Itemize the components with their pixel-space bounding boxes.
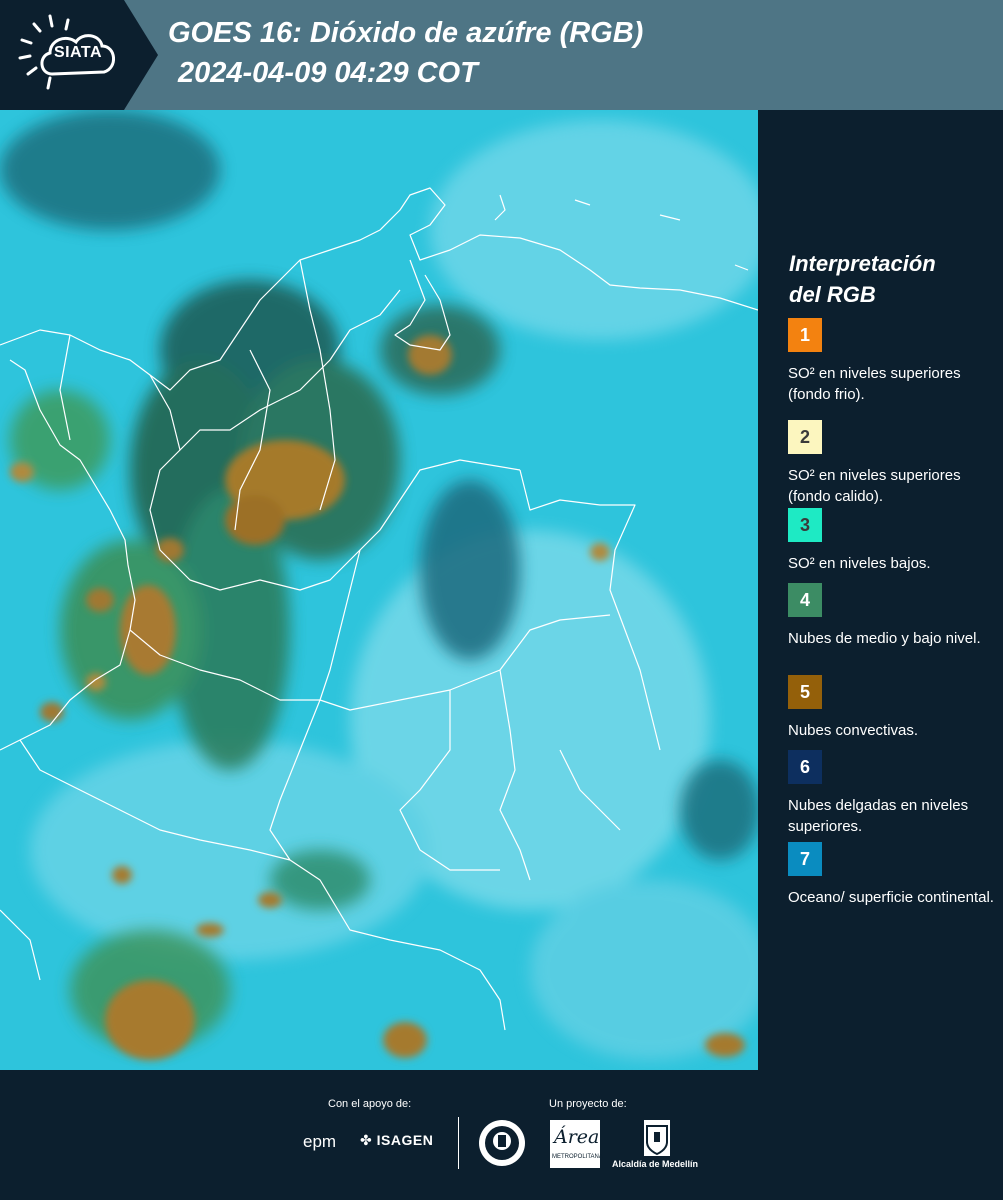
- legend-text: Nubes de medio y bajo nivel.: [788, 630, 981, 647]
- legend-item: 6 Nubes delgadas en niveles superiores.: [788, 750, 998, 837]
- legend-text: SO² en niveles bajos.: [788, 555, 931, 572]
- alcaldia-label: Alcaldía de Medellín: [612, 1159, 699, 1169]
- area-metropolitana-logo: Área METROPOLITANA: [550, 1120, 603, 1168]
- legend-text: Nubes convectivas.: [788, 722, 919, 739]
- legend-swatch: 7: [788, 842, 822, 876]
- legend-item: 3 SO² en niveles bajos.: [788, 508, 998, 574]
- alcaldia-crest-icon: [644, 1120, 670, 1156]
- legend-item: 1 SO² en niveles superiores (fondo frio).: [788, 318, 998, 405]
- legend-title: Interpretación del RGB: [789, 248, 989, 310]
- medellin-seal-logo: [477, 1118, 527, 1173]
- project-label: Un proyecto de:: [549, 1098, 627, 1110]
- isagen-label: ISAGEN: [376, 1132, 434, 1148]
- isagen-mark-icon: ✤: [360, 1132, 377, 1148]
- legend-item: 7 Oceano/ superficie continental.: [788, 842, 998, 908]
- legend-swatch: 4: [788, 583, 822, 617]
- legend-swatch: 1: [788, 318, 822, 352]
- legend-swatch: 3: [788, 508, 822, 542]
- legend-text: SO² en niveles superiores (fondo frio).: [788, 365, 961, 403]
- footer-divider: [458, 1117, 459, 1169]
- legend-panel: Interpretación del RGB 1 SO² en niveles s…: [762, 110, 1003, 1070]
- legend-item: 2 SO² en niveles superiores (fondo calido…: [788, 420, 998, 507]
- footer: Con el apoyo de: Un proyecto de: epm ✤ I…: [0, 1070, 1003, 1200]
- area-logo-subtext: METROPOLITANA: [552, 1154, 603, 1160]
- legend-item: 4 Nubes de medio y bajo nivel.: [788, 583, 998, 649]
- epm-logo: epm: [303, 1132, 337, 1151]
- legend-swatch: 2: [788, 420, 822, 454]
- isagen-logo: ✤ ISAGEN: [360, 1132, 433, 1149]
- area-logo-text: Área: [554, 1126, 600, 1148]
- legend-text: Oceano/ superficie continental.: [788, 889, 994, 906]
- legend-swatch: 5: [788, 675, 822, 709]
- page-title: GOES 16: Dióxido de azúfre (RGB): [168, 17, 644, 49]
- siata-logo-text: SIATA: [53, 44, 103, 61]
- satellite-map: [0, 110, 758, 1070]
- legend-title-line2: del RGB: [789, 282, 876, 307]
- legend-swatch: 6: [788, 750, 822, 784]
- header-bar: SIATA GOES 16: Dióxido de azúfre (RGB) 2…: [0, 0, 1003, 110]
- siata-logo: SIATA: [0, 0, 160, 110]
- legend-item: 5 Nubes convectivas.: [788, 675, 998, 741]
- support-label: Con el apoyo de:: [328, 1098, 412, 1110]
- timestamp: 2024-04-09 04:29 COT: [178, 57, 478, 89]
- legend-text: SO² en niveles superiores (fondo calido)…: [788, 467, 961, 505]
- legend-title-line1: Interpretación: [789, 251, 936, 276]
- legend-text: Nubes delgadas en niveles superiores.: [788, 797, 969, 835]
